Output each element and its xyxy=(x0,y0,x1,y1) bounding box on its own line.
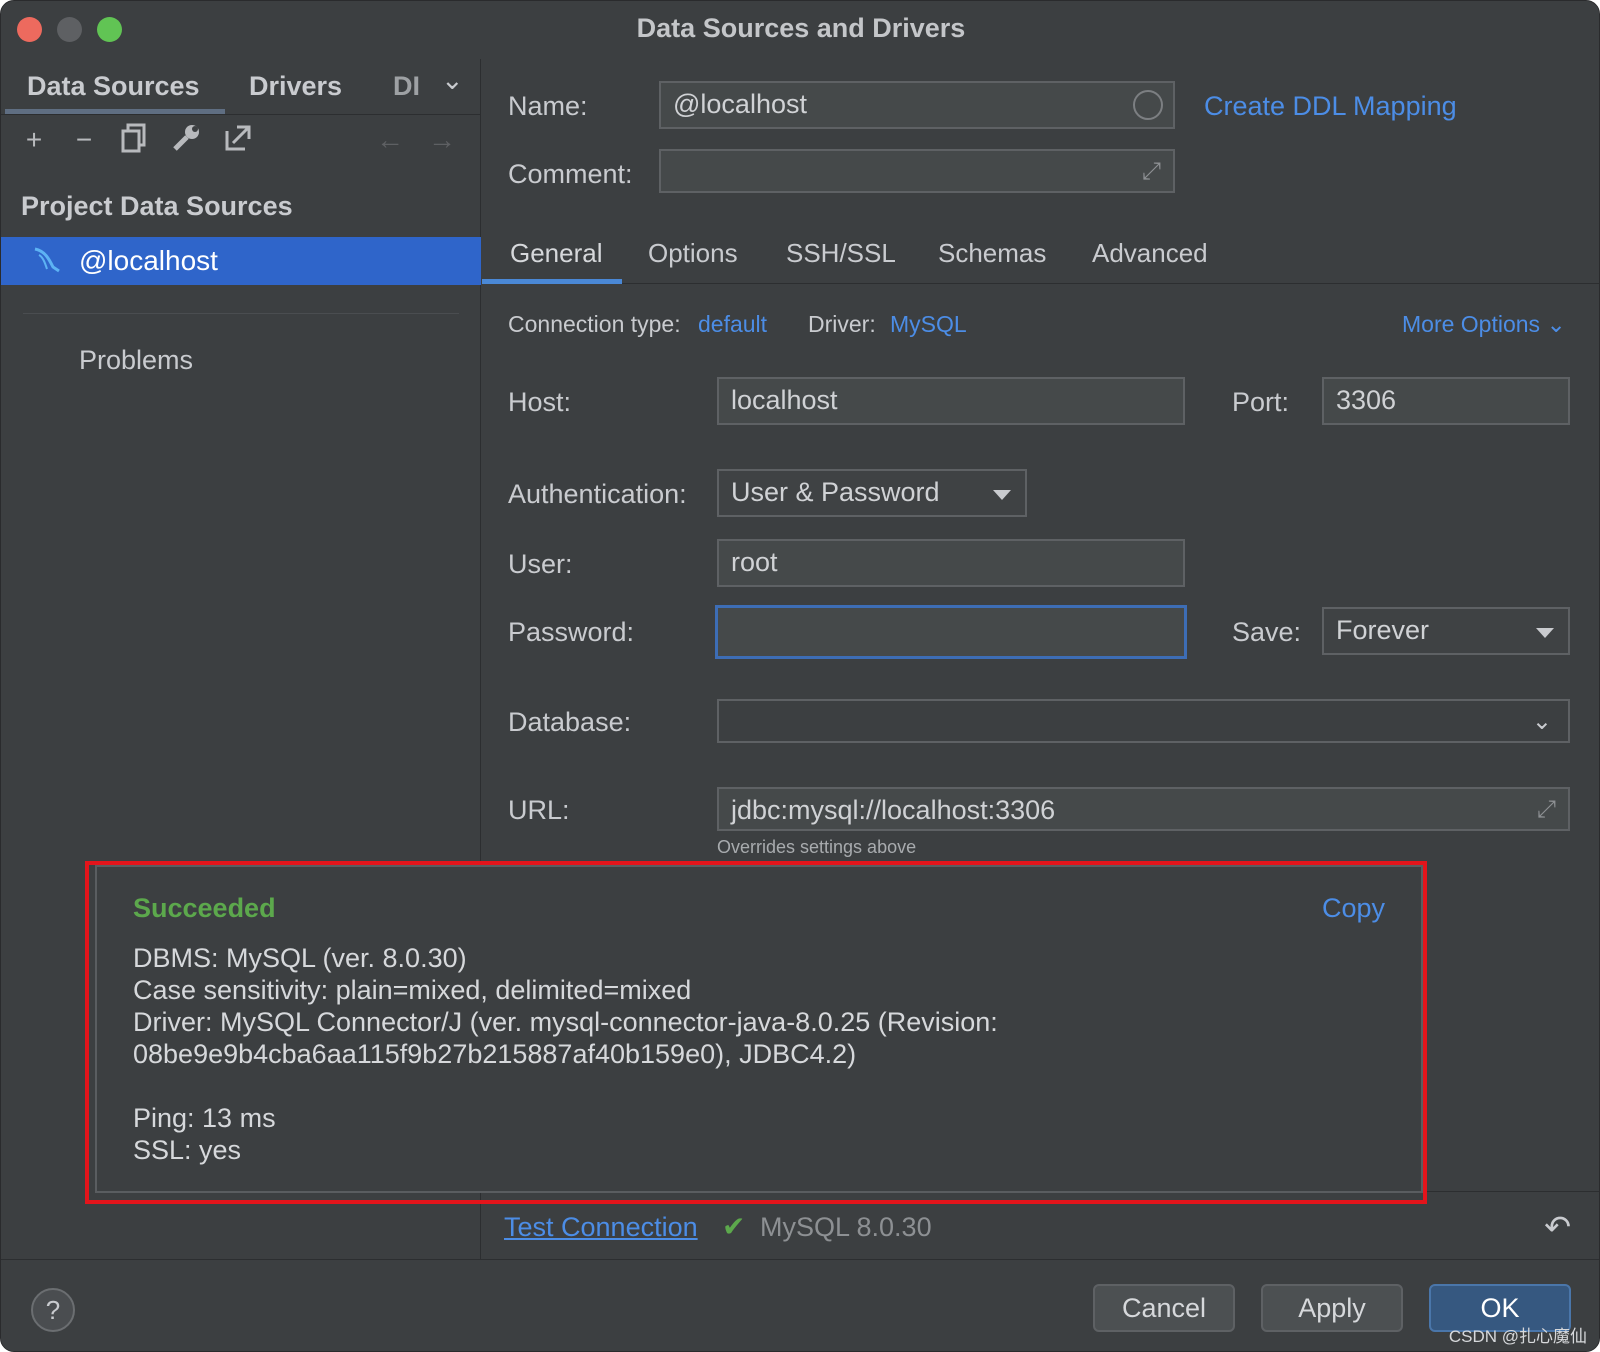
connection-type-label: Connection type: xyxy=(508,311,681,337)
url-label: URL: xyxy=(508,795,570,825)
forward-arrow-icon[interactable]: → xyxy=(425,123,459,157)
remove-icon[interactable]: − xyxy=(67,123,101,157)
datasource-label: @localhost xyxy=(79,245,218,276)
driver-line: Driver: MySQL Connector/J (ver. mysql-co… xyxy=(133,1007,998,1037)
driver-revision-line: 08be9e9b4cba6aa115f9b27b215887af40b159e0… xyxy=(133,1039,857,1069)
dialog-window: Data Sources and Drivers Data Sources Dr… xyxy=(0,0,1600,1352)
copy-link[interactable]: Copy xyxy=(1322,893,1385,924)
database-label: Database: xyxy=(508,707,632,737)
settings-tabs: General Options SSH/SSL Schemas Advanced xyxy=(482,224,1599,284)
color-picker-icon[interactable] xyxy=(1133,90,1163,120)
apply-button[interactable]: Apply xyxy=(1261,1284,1403,1332)
ping-line: Ping: 13 ms xyxy=(133,1103,276,1133)
datasource-item-localhost[interactable]: @localhost xyxy=(1,237,481,285)
name-input[interactable]: @localhost xyxy=(659,81,1175,129)
check-icon: ✔ xyxy=(722,1211,746,1242)
problems-item[interactable]: Problems xyxy=(79,345,193,376)
driver-label: Driver: xyxy=(808,311,876,337)
database-combobox[interactable]: ⌄ xyxy=(717,699,1570,743)
connection-type-link[interactable]: default xyxy=(698,311,767,338)
create-ddl-mapping-link[interactable]: Create DDL Mapping xyxy=(1204,91,1457,122)
save-select[interactable]: Forever xyxy=(1322,607,1570,655)
authentication-value: User & Password xyxy=(731,477,940,507)
chevron-down-icon: ⌄ xyxy=(1546,311,1566,337)
expand-icon[interactable]: ⤢ xyxy=(1537,789,1556,831)
help-button[interactable]: ? xyxy=(31,1288,75,1332)
port-input[interactable]: 3306 xyxy=(1322,377,1570,425)
user-label: User: xyxy=(508,549,573,579)
server-version: MySQL 8.0.30 xyxy=(760,1212,932,1242)
host-input[interactable]: localhost xyxy=(717,377,1185,425)
url-value: jdbc:mysql://localhost:3306 xyxy=(731,795,1056,825)
tab-data-sources[interactable]: Data Sources xyxy=(27,71,200,102)
password-label: Password: xyxy=(508,617,635,647)
url-input[interactable]: jdbc:mysql://localhost:3306 ⤢ xyxy=(717,787,1570,831)
test-connection-link[interactable]: Test Connection xyxy=(504,1212,698,1243)
password-input[interactable] xyxy=(715,605,1187,659)
window-title: Data Sources and Drivers xyxy=(636,13,966,43)
chevron-down-icon[interactable]: ⌄ xyxy=(441,65,464,96)
name-value: @localhost xyxy=(673,89,807,119)
tab-options[interactable]: Options xyxy=(648,238,738,269)
host-label: Host: xyxy=(508,387,572,417)
more-options-label: More Options xyxy=(1402,311,1541,337)
mysql-dolphin-icon xyxy=(31,245,63,277)
undo-icon[interactable]: ↶ xyxy=(1544,1208,1571,1246)
cancel-button[interactable]: Cancel xyxy=(1093,1284,1235,1332)
user-input[interactable]: root xyxy=(717,539,1185,587)
dropdown-arrow-icon xyxy=(1536,628,1554,638)
more-options-link[interactable]: More Options ⌄ xyxy=(1402,311,1566,338)
tab-drivers[interactable]: Drivers xyxy=(249,71,342,102)
url-hint: Overrides settings above xyxy=(717,837,917,857)
divider xyxy=(23,313,459,314)
chevron-down-icon: ⌄ xyxy=(1531,708,1552,735)
status-text: Succeeded xyxy=(133,893,276,923)
ssl-line: SSL: yes xyxy=(133,1135,242,1165)
section-title: Project Data Sources xyxy=(21,191,293,221)
duplicate-icon[interactable] xyxy=(117,123,151,157)
driver-link[interactable]: MySQL xyxy=(890,311,967,338)
port-label: Port: xyxy=(1232,387,1290,417)
active-tab-indicator xyxy=(5,109,225,114)
left-tabs: Data Sources Drivers DI ⌄ xyxy=(1,59,481,115)
tab-ssh-ssl[interactable]: SSH/SSL xyxy=(786,238,896,269)
dbms-line: DBMS: MySQL (ver. 8.0.30) xyxy=(133,943,467,973)
tab-advanced[interactable]: Advanced xyxy=(1092,238,1208,269)
jump-to-icon[interactable] xyxy=(221,123,255,157)
back-arrow-icon[interactable]: ← xyxy=(373,123,407,157)
titlebar: Data Sources and Drivers xyxy=(1,1,1599,59)
dropdown-arrow-icon xyxy=(993,490,1011,500)
save-label: Save: xyxy=(1232,617,1302,647)
wrench-icon[interactable] xyxy=(169,123,203,157)
dialog-footer: ? Cancel Apply OK CSDN @扎心魔仙 xyxy=(1,1259,1599,1351)
expand-icon[interactable]: ⤢ xyxy=(1142,151,1161,193)
name-label: Name: xyxy=(508,91,588,121)
test-connection-bar: Test Connection ✔ MySQL 8.0.30 ↶ xyxy=(482,1191,1599,1259)
tab-general[interactable]: General xyxy=(510,238,603,269)
authentication-select[interactable]: User & Password xyxy=(717,469,1027,517)
case-sensitivity-line: Case sensitivity: plain=mixed, delimited… xyxy=(133,975,692,1005)
tab-ddl[interactable]: DI xyxy=(393,71,420,102)
comment-label: Comment: xyxy=(508,159,633,189)
save-value: Forever xyxy=(1336,615,1430,645)
tab-schemas[interactable]: Schemas xyxy=(938,238,1046,269)
active-tab-indicator xyxy=(482,279,622,284)
comment-input[interactable]: ⤢ xyxy=(659,149,1175,193)
authentication-label: Authentication: xyxy=(508,479,687,509)
add-icon[interactable]: + xyxy=(17,123,51,157)
watermark: CSDN @扎心魔仙 xyxy=(1448,1327,1587,1346)
connection-result-popup: Succeeded Copy DBMS: MySQL (ver. 8.0.30)… xyxy=(95,865,1423,1193)
